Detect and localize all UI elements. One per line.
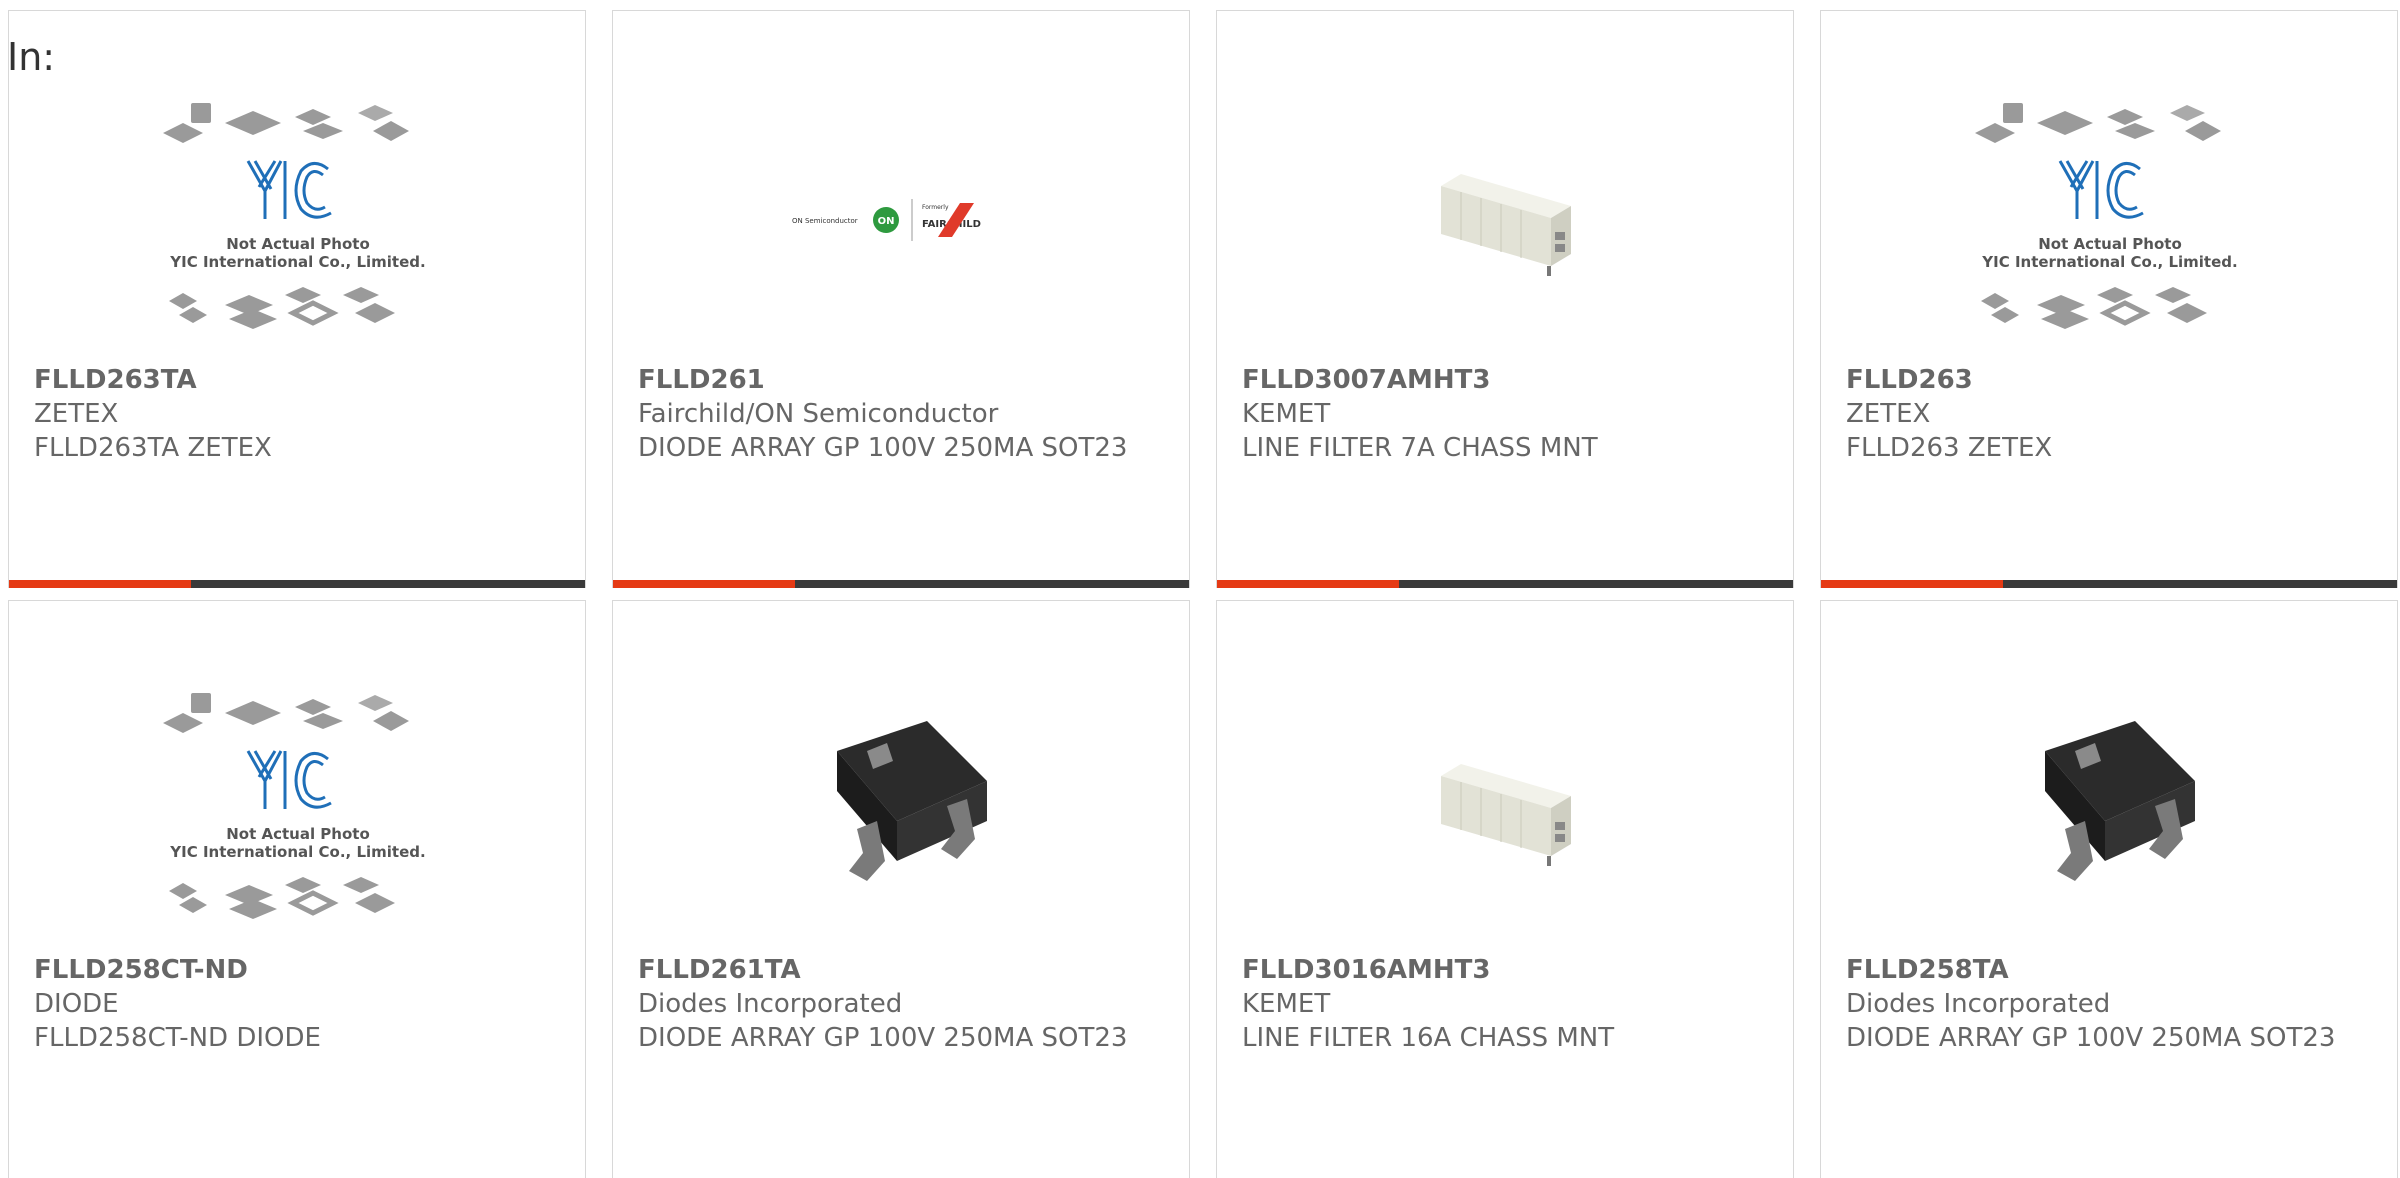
- manufacturer: Fairchild/ON Semiconductor: [638, 399, 999, 429]
- description: FLLD258CT-ND DIODE: [34, 1023, 321, 1053]
- logo-on-text: ON: [878, 216, 895, 227]
- part-number[interactable]: FLLD258TA: [1846, 953, 2377, 987]
- part-number[interactable]: FLLD263: [1846, 363, 2377, 397]
- product-card[interactable]: Not Actual Photo YIC International Co., …: [8, 600, 586, 1178]
- description: LINE FILTER 7A CHASS MNT: [1242, 433, 1598, 463]
- part-number[interactable]: FLLD3007AMHT3: [1242, 363, 1773, 397]
- part-number[interactable]: FLLD3016AMHT3: [1242, 953, 1773, 987]
- card-footer-bar: [1821, 580, 2397, 588]
- product-card[interactable]: ON Semiconductor ON Formerly FAIRCHILD F…: [612, 10, 1190, 588]
- part-number[interactable]: FLLD258CT-ND: [34, 953, 565, 987]
- description: FLLD263TA ZETEX: [34, 433, 272, 463]
- placeholder-line-1: Not Actual Photo: [2038, 235, 2182, 253]
- product-card[interactable]: FLLD261TA Diodes Incorporated DIODE ARRA…: [612, 600, 1190, 1178]
- product-card[interactable]: FLLD258TA Diodes Incorporated DIODE ARRA…: [1820, 600, 2398, 1178]
- product-card[interactable]: Not Actual Photo YIC International Co., …: [8, 10, 586, 588]
- part-number[interactable]: FLLD261TA: [638, 953, 1169, 987]
- description: DIODE ARRAY GP 100V 250MA SOT23: [638, 433, 1128, 463]
- manufacturer: Diodes Incorporated: [638, 989, 903, 1019]
- product-card[interactable]: FLLD3016AMHT3 KEMET LINE FILTER 16A CHAS…: [1216, 600, 1794, 1178]
- description: DIODE ARRAY GP 100V 250MA SOT23: [638, 1023, 1128, 1053]
- placeholder-line-2: YIC International Co., Limited.: [1981, 253, 2237, 271]
- manufacturer: ZETEX: [1846, 399, 1931, 429]
- yic-placeholder-icon: Not Actual Photo YIC International Co., …: [9, 91, 585, 351]
- page-label: In:: [7, 35, 56, 79]
- logo-on-semi-text: ON Semiconductor: [792, 217, 858, 225]
- sot23-package-icon: [1821, 681, 2397, 941]
- part-number[interactable]: FLLD261: [638, 363, 1169, 397]
- yic-placeholder-icon: Not Actual Photo YIC International Co., …: [1821, 91, 2397, 351]
- placeholder-line-2: YIC International Co., Limited.: [169, 843, 425, 861]
- manufacturer: ZETEX: [34, 399, 119, 429]
- manufacturer: Diodes Incorporated: [1846, 989, 2111, 1019]
- placeholder-line-1: Not Actual Photo: [226, 235, 370, 253]
- logo-formerly-text: Formerly: [922, 204, 949, 211]
- manufacturer: DIODE: [34, 989, 119, 1019]
- card-footer-bar: [613, 580, 1189, 588]
- sot23-package-icon: [613, 681, 1189, 941]
- product-grid: Not Actual Photo YIC International Co., …: [0, 0, 2400, 1178]
- line-filter-photo-icon: [1217, 91, 1793, 351]
- card-footer-bar: [9, 580, 585, 588]
- manufacturer: KEMET: [1242, 399, 1331, 429]
- on-fairchild-logo-icon: ON Semiconductor ON Formerly FAIRCHILD: [613, 91, 1189, 351]
- line-filter-photo-icon: [1217, 681, 1793, 941]
- product-card[interactable]: Not Actual Photo YIC International Co., …: [1820, 10, 2398, 588]
- placeholder-line-1: Not Actual Photo: [226, 825, 370, 843]
- yic-placeholder-icon: Not Actual Photo YIC International Co., …: [9, 681, 585, 941]
- manufacturer: KEMET: [1242, 989, 1331, 1019]
- product-card[interactable]: FLLD3007AMHT3 KEMET LINE FILTER 7A CHASS…: [1216, 10, 1794, 588]
- description: FLLD263 ZETEX: [1846, 433, 2053, 463]
- card-footer-bar: [1217, 580, 1793, 588]
- part-number[interactable]: FLLD263TA: [34, 363, 565, 397]
- placeholder-line-2: YIC International Co., Limited.: [169, 253, 425, 271]
- description: LINE FILTER 16A CHASS MNT: [1242, 1023, 1615, 1053]
- description: DIODE ARRAY GP 100V 250MA SOT23: [1846, 1023, 2336, 1053]
